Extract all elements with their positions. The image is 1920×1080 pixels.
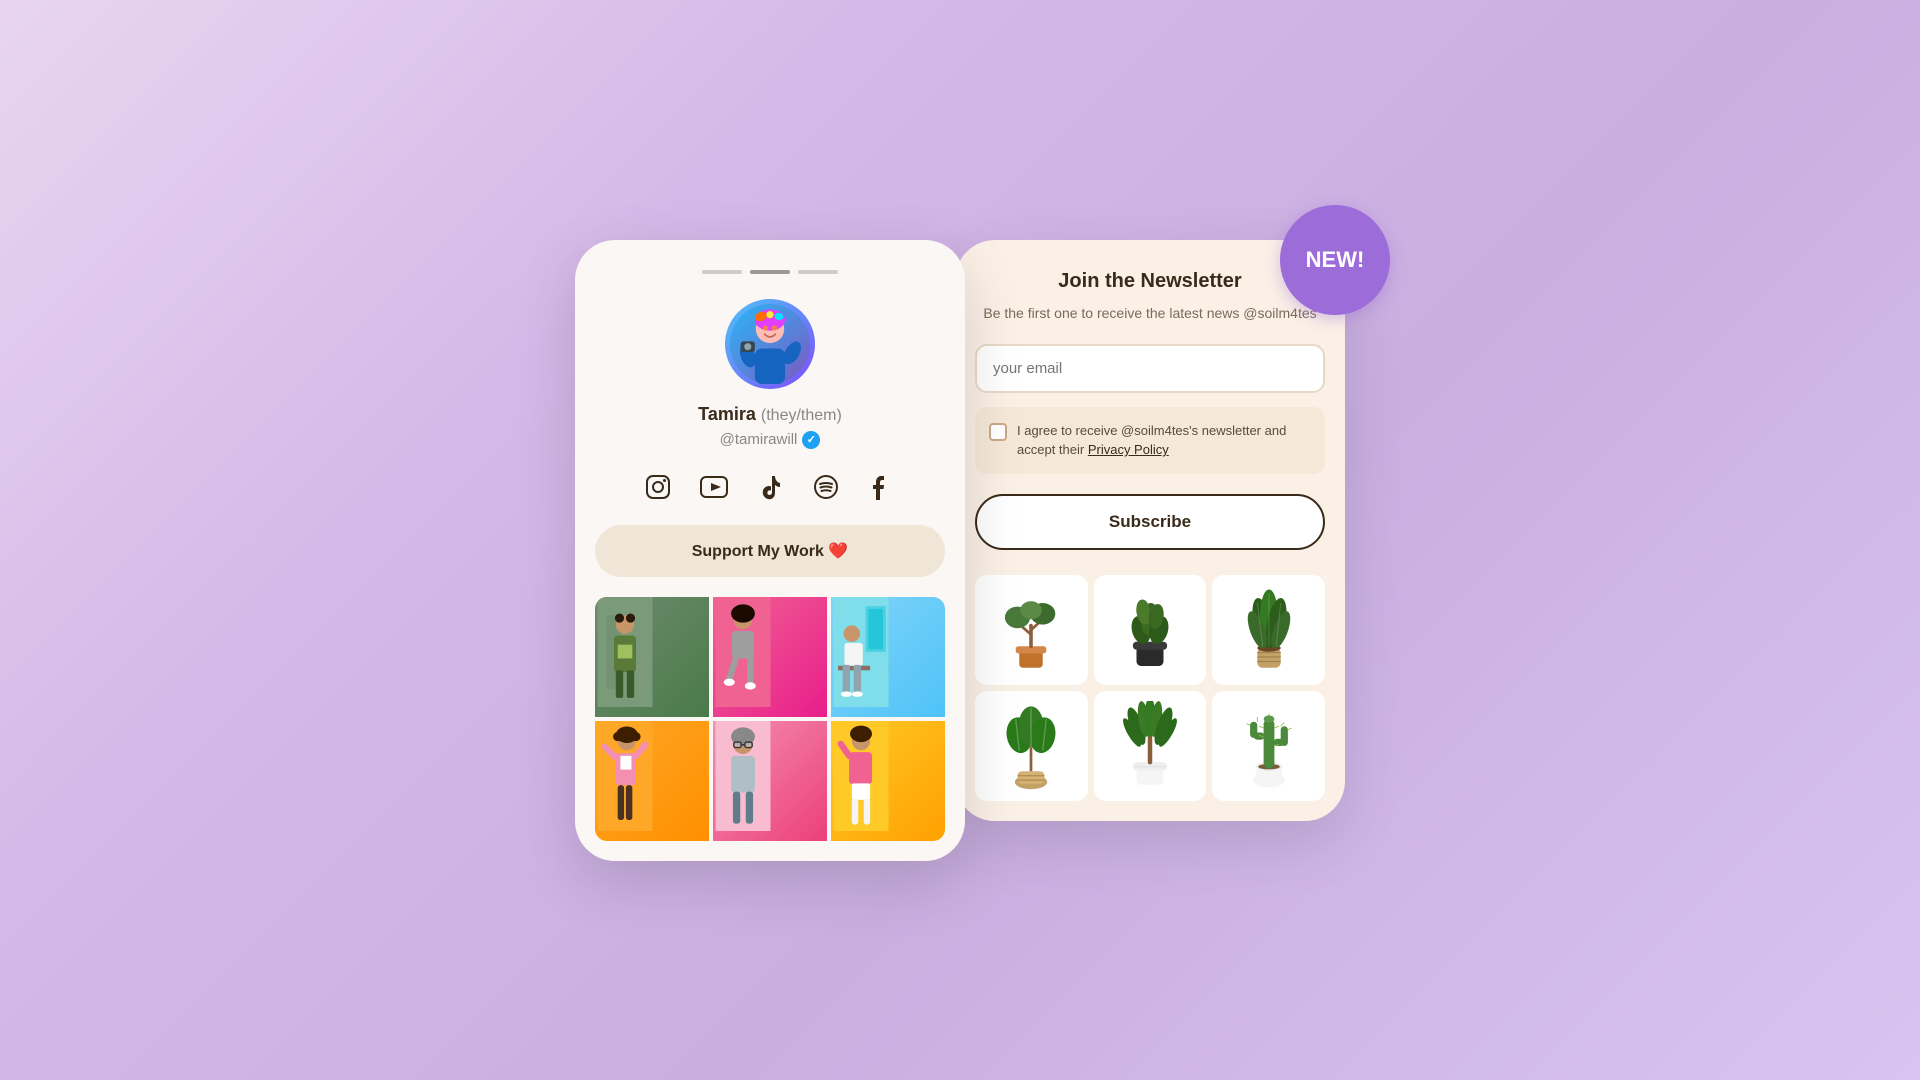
avatar — [725, 299, 815, 389]
phone-notch — [595, 270, 945, 274]
avatar-svg — [730, 304, 810, 384]
new-badge-text: NEW! — [1306, 247, 1365, 273]
consent-row: I agree to receive @soilm4tes's newslett… — [975, 407, 1325, 474]
plant-grid — [975, 575, 1325, 801]
phones-container: Tamira (they/them) @tamirawill ✓ — [575, 240, 1345, 861]
plant-cell-3[interactable] — [1212, 575, 1325, 685]
newsletter-title: Join the Newsletter — [975, 270, 1325, 293]
support-my-work-button[interactable]: Support My Work ❤️ — [595, 525, 945, 577]
consent-checkbox[interactable] — [989, 423, 1007, 441]
newsletter-description: Be the first one to receive the latest n… — [975, 303, 1325, 324]
plant-cell-5[interactable] — [1094, 691, 1207, 801]
plant-cell-4[interactable] — [975, 691, 1088, 801]
new-badge: NEW! — [1280, 205, 1390, 315]
left-phone: Tamira (they/them) @tamirawill ✓ — [575, 240, 965, 861]
privacy-policy-link[interactable]: Privacy Policy — [1088, 442, 1169, 457]
profile-name: Tamira (they/them) — [595, 404, 945, 425]
handle-text: @tamirawill — [720, 431, 798, 448]
spotify-icon[interactable] — [808, 469, 844, 505]
plant-cell-1[interactable] — [975, 575, 1088, 685]
avatar-container — [595, 299, 945, 389]
photo-cell-3[interactable] — [831, 597, 945, 717]
profile-pronoun: (they/them) — [761, 407, 842, 424]
verified-badge: ✓ — [802, 431, 820, 449]
facebook-icon[interactable] — [864, 469, 900, 505]
notch-bar-2 — [750, 270, 790, 274]
email-input[interactable] — [975, 344, 1325, 393]
support-button-emoji: ❤️ — [828, 543, 848, 560]
tiktok-icon[interactable] — [752, 469, 788, 505]
notch-bar-3 — [798, 270, 838, 274]
subscribe-button[interactable]: Subscribe — [975, 494, 1325, 550]
photo-cell-1[interactable] — [595, 597, 709, 717]
photo-grid — [595, 597, 945, 841]
photo-cell-2[interactable] — [713, 597, 827, 717]
support-button-label: Support My Work — [692, 543, 824, 560]
plant-cell-6[interactable] — [1212, 691, 1325, 801]
profile-name-text: Tamira — [698, 404, 756, 424]
subscribe-button-label: Subscribe — [1109, 512, 1191, 531]
notch-bar-1 — [702, 270, 742, 274]
photo-cell-6[interactable] — [831, 721, 945, 841]
instagram-icon[interactable] — [640, 469, 676, 505]
consent-label: I agree to receive @soilm4tes's newslett… — [1017, 421, 1311, 460]
photo-cell-4[interactable] — [595, 721, 709, 841]
plant-cell-2[interactable] — [1094, 575, 1207, 685]
profile-handle: @tamirawill ✓ — [595, 431, 945, 449]
photo-cell-5[interactable] — [713, 721, 827, 841]
youtube-icon[interactable] — [696, 469, 732, 505]
right-panel: NEW! Join the Newsletter Be the first on… — [955, 240, 1345, 821]
social-icons — [595, 469, 945, 505]
